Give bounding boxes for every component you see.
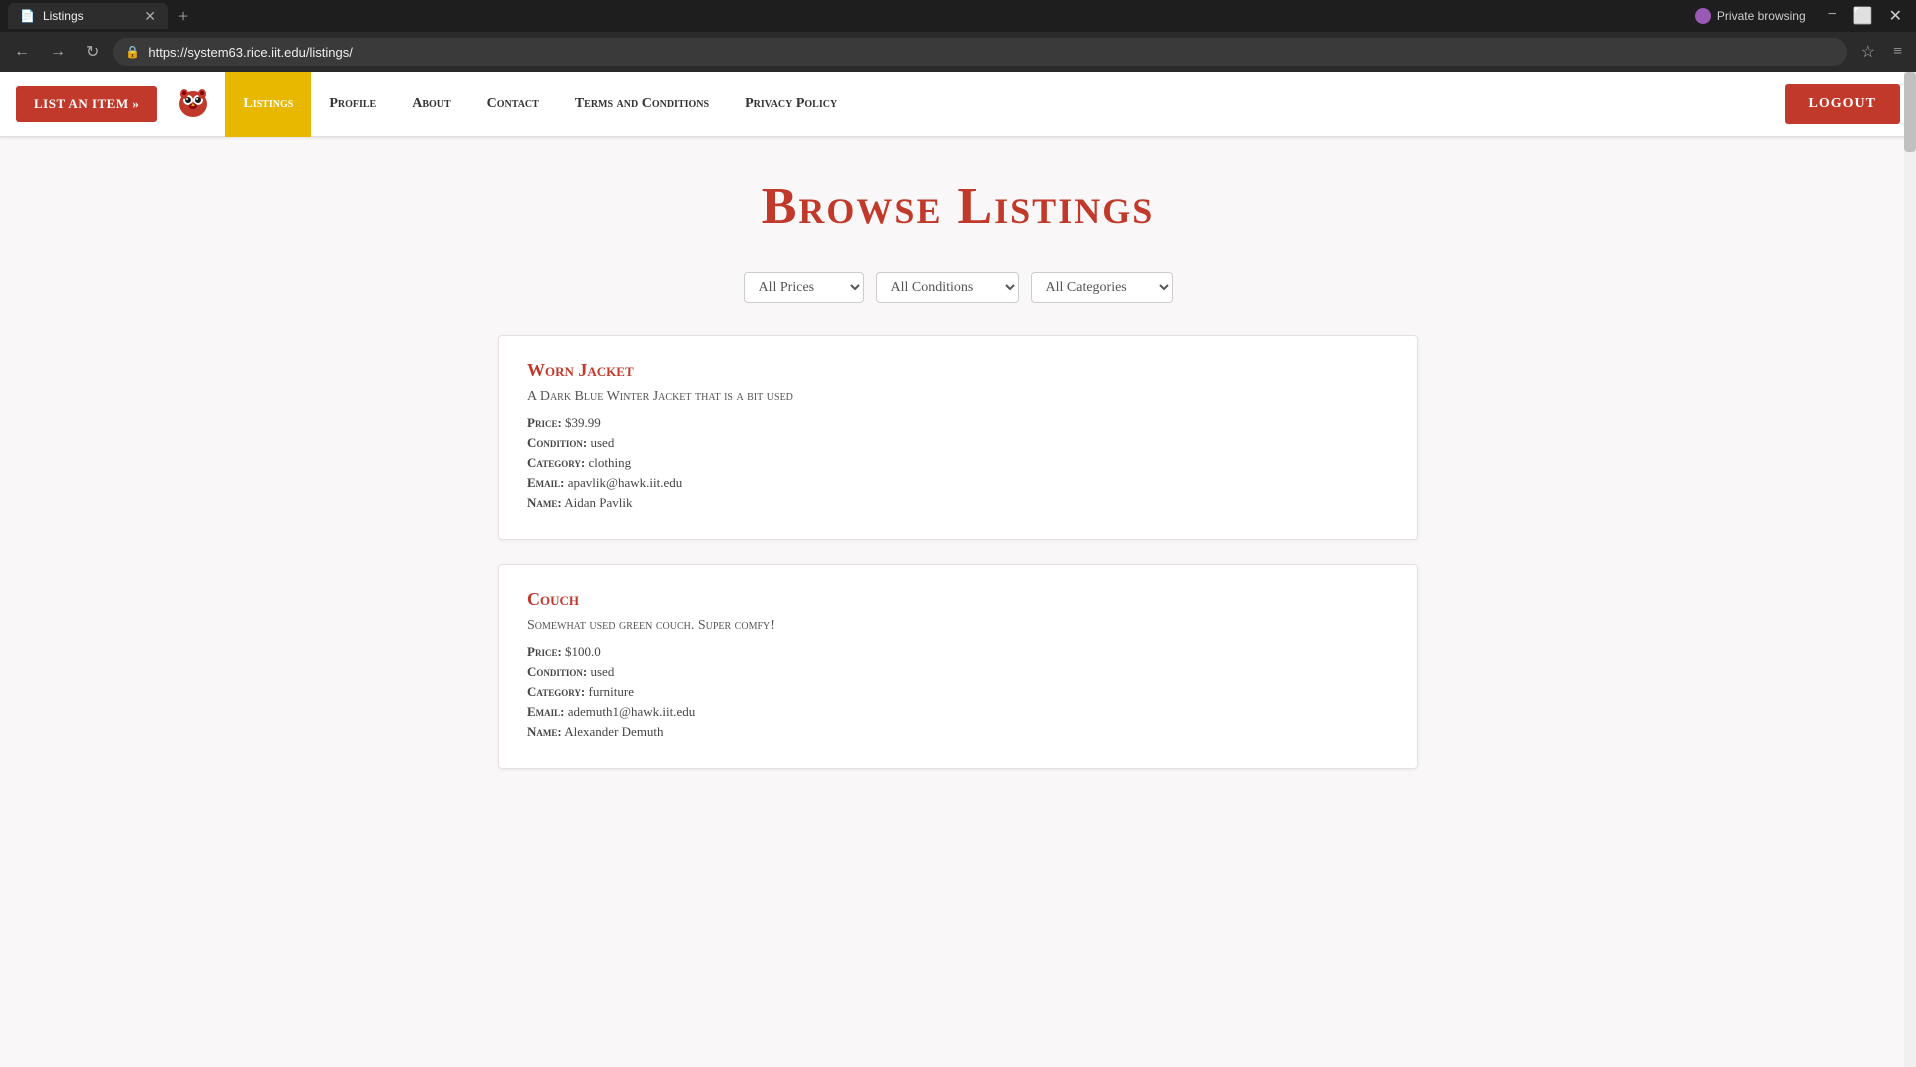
listing-card-1: Couch Somewhat used green couch. Super c… bbox=[498, 564, 1418, 769]
nav-link-about[interactable]: About bbox=[394, 72, 468, 137]
private-browsing-label: Private browsing bbox=[1717, 9, 1806, 23]
owl-logo-svg bbox=[173, 82, 213, 122]
window-controls: − ⬜ ✕ bbox=[1822, 6, 1908, 26]
app-nav: List an Item Listings Profile About Cont… bbox=[0, 72, 1916, 137]
page-title: Browse Listings bbox=[498, 177, 1418, 236]
menu-button[interactable]: ≡ bbox=[1887, 39, 1908, 65]
close-button[interactable]: ✕ bbox=[1883, 6, 1908, 26]
listing-name-1: Name: Alexander Demuth bbox=[527, 724, 1389, 740]
bookmark-button[interactable]: ☆ bbox=[1855, 38, 1881, 66]
scrollbar[interactable] bbox=[1904, 72, 1916, 1067]
listing-desc-1: Somewhat used green couch. Super comfy! bbox=[527, 618, 1389, 634]
nav-link-privacy[interactable]: Privacy Policy bbox=[727, 72, 855, 137]
forward-button[interactable]: → bbox=[44, 39, 72, 65]
nav-links: Listings Profile About Contact Terms and… bbox=[225, 72, 855, 137]
browser-toolbar: ← → ↻ 🔒 https://system63.rice.iit.edu/li… bbox=[0, 32, 1916, 72]
active-tab[interactable]: 📄 Listings ✕ bbox=[8, 3, 168, 29]
nav-link-contact[interactable]: Contact bbox=[469, 72, 557, 137]
listing-email-0: Email: apavlik@hawk.iit.edu bbox=[527, 475, 1389, 491]
back-button[interactable]: ← bbox=[8, 39, 36, 65]
new-tab-button[interactable]: + bbox=[172, 6, 194, 27]
listing-name-0: Name: Aidan Pavlik bbox=[527, 495, 1389, 511]
browser-chrome: 📄 Listings ✕ + Private browsing − ⬜ ✕ ← … bbox=[0, 0, 1916, 72]
tab-close-icon[interactable]: ✕ bbox=[144, 8, 156, 25]
listing-card-0: Worn Jacket A Dark Blue Winter Jacket th… bbox=[498, 335, 1418, 540]
logout-button[interactable]: Logout bbox=[1785, 84, 1900, 124]
condition-filter[interactable]: All Conditions New Like New Used Poor bbox=[876, 272, 1019, 303]
nav-link-profile[interactable]: Profile bbox=[311, 72, 394, 137]
listing-category-1: Category: furniture bbox=[527, 684, 1389, 700]
price-filter[interactable]: All Prices Under $25 $25–$50 $50–$100 Ov… bbox=[744, 272, 864, 303]
category-filter[interactable]: All Categories Clothing Furniture Electr… bbox=[1031, 272, 1173, 303]
address-bar[interactable]: 🔒 https://system63.rice.iit.edu/listings… bbox=[113, 38, 1846, 66]
listing-category-0: Category: clothing bbox=[527, 455, 1389, 471]
listing-title-0: Worn Jacket bbox=[527, 360, 1389, 381]
url-text: https://system63.rice.iit.edu/listings/ bbox=[148, 45, 352, 60]
filter-bar: All Prices Under $25 $25–$50 $50–$100 Ov… bbox=[498, 272, 1418, 303]
logo bbox=[173, 82, 213, 127]
listing-condition-0: Condition: used bbox=[527, 435, 1389, 451]
main-content: Browse Listings All Prices Under $25 $25… bbox=[478, 137, 1438, 833]
tab-favicon: 📄 bbox=[20, 9, 35, 23]
list-item-button[interactable]: List an Item bbox=[16, 86, 157, 122]
nav-link-terms[interactable]: Terms and Conditions bbox=[557, 72, 727, 137]
maximize-button[interactable]: ⬜ bbox=[1847, 6, 1879, 26]
scrollbar-thumb[interactable] bbox=[1904, 72, 1916, 152]
minimize-button[interactable]: − bbox=[1822, 6, 1843, 26]
refresh-button[interactable]: ↻ bbox=[80, 38, 105, 66]
listing-title-1: Couch bbox=[527, 589, 1389, 610]
toolbar-actions: ☆ ≡ bbox=[1855, 38, 1908, 66]
listing-price-1: Price: $100.0 bbox=[527, 644, 1389, 660]
nav-link-listings[interactable]: Listings bbox=[225, 72, 311, 137]
security-icon: 🔒 bbox=[125, 45, 140, 59]
private-browsing-icon bbox=[1695, 8, 1711, 24]
listing-email-1: Email: ademuth1@hawk.iit.edu bbox=[527, 704, 1389, 720]
listing-desc-0: A Dark Blue Winter Jacket that is a bit … bbox=[527, 389, 1389, 405]
private-browsing-indicator: Private browsing bbox=[1695, 8, 1806, 24]
tab-bar: 📄 Listings ✕ + Private browsing − ⬜ ✕ bbox=[0, 0, 1916, 32]
listing-price-0: Price: $39.99 bbox=[527, 415, 1389, 431]
listing-condition-1: Condition: used bbox=[527, 664, 1389, 680]
tab-title: Listings bbox=[43, 9, 84, 23]
